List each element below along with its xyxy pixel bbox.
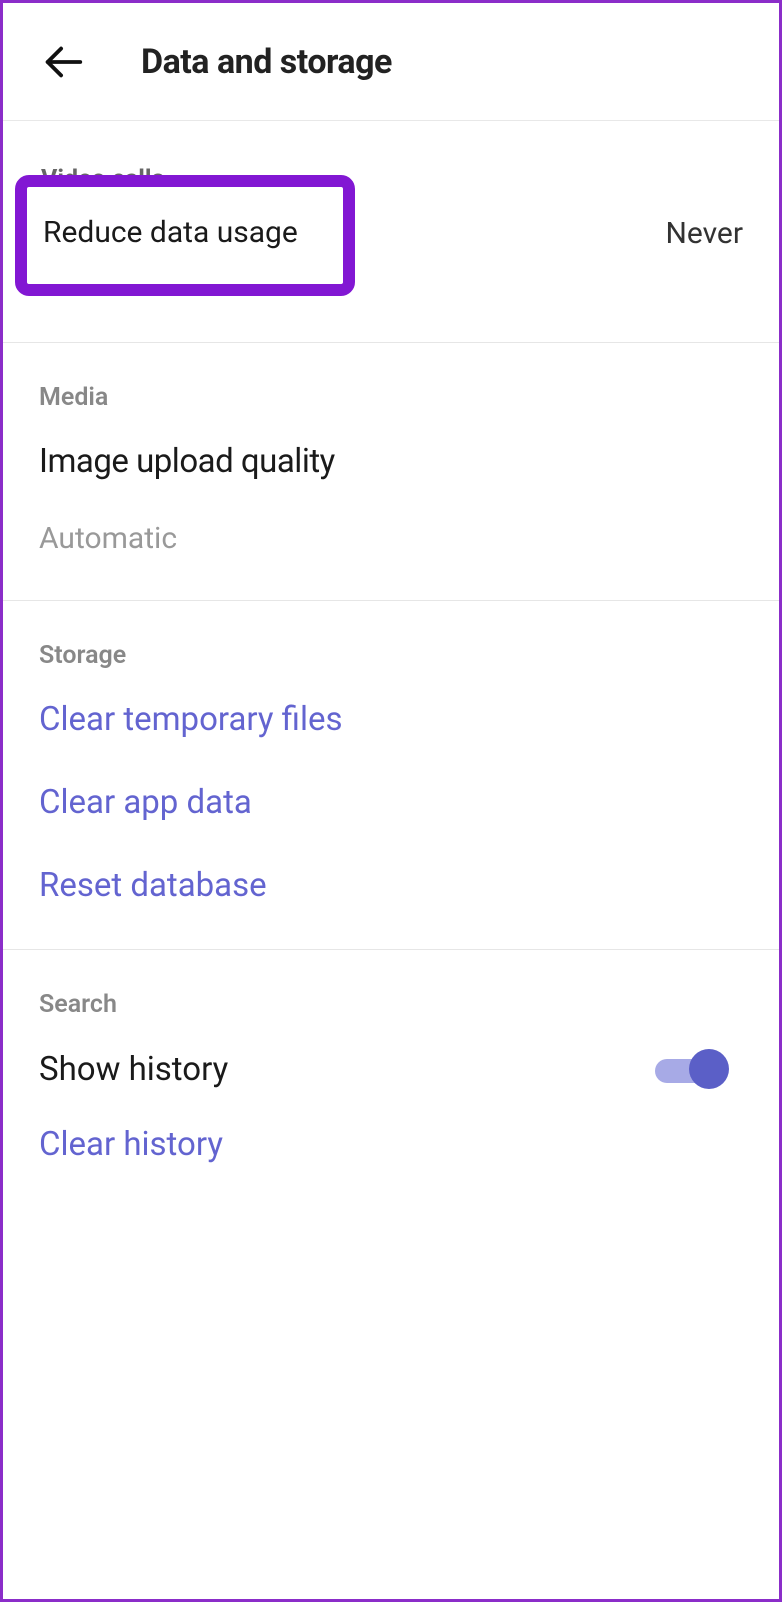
back-button[interactable] [35, 34, 91, 90]
image-upload-quality-value: Automatic [39, 521, 743, 556]
image-upload-quality-row[interactable]: Image upload quality Automatic [39, 442, 743, 556]
show-history-row[interactable]: Show history [39, 1049, 743, 1089]
clear-app-data-link[interactable]: Clear app data [39, 783, 743, 822]
show-history-label: Show history [39, 1050, 228, 1089]
clear-history-link[interactable]: Clear history [39, 1125, 743, 1164]
section-header-search: Search [39, 990, 743, 1019]
clear-temporary-files-link[interactable]: Clear temporary files [39, 700, 743, 739]
reduce-data-usage-label: Reduce data usage [43, 215, 327, 250]
arrow-left-icon [40, 39, 86, 85]
reduce-data-usage-row[interactable]: Reduce data usage Never [39, 171, 743, 296]
app-header: Data and storage [3, 3, 779, 121]
section-header-media: Media [39, 383, 743, 412]
show-history-toggle[interactable] [655, 1049, 723, 1089]
section-storage: Storage Clear temporary files Clear app … [3, 601, 779, 950]
toggle-knob [689, 1049, 729, 1089]
reset-database-link[interactable]: Reset database [39, 866, 743, 905]
page-title: Data and storage [141, 42, 392, 82]
highlight-annotation: Reduce data usage [15, 175, 355, 296]
section-media: Media Image upload quality Automatic [3, 343, 779, 601]
section-video-calls: Video calls Reduce data usage Never [3, 121, 779, 343]
section-header-storage: Storage [39, 641, 743, 670]
image-upload-quality-label: Image upload quality [39, 442, 743, 481]
section-search: Search Show history Clear history [3, 950, 779, 1208]
reduce-data-usage-value: Never [665, 216, 743, 251]
